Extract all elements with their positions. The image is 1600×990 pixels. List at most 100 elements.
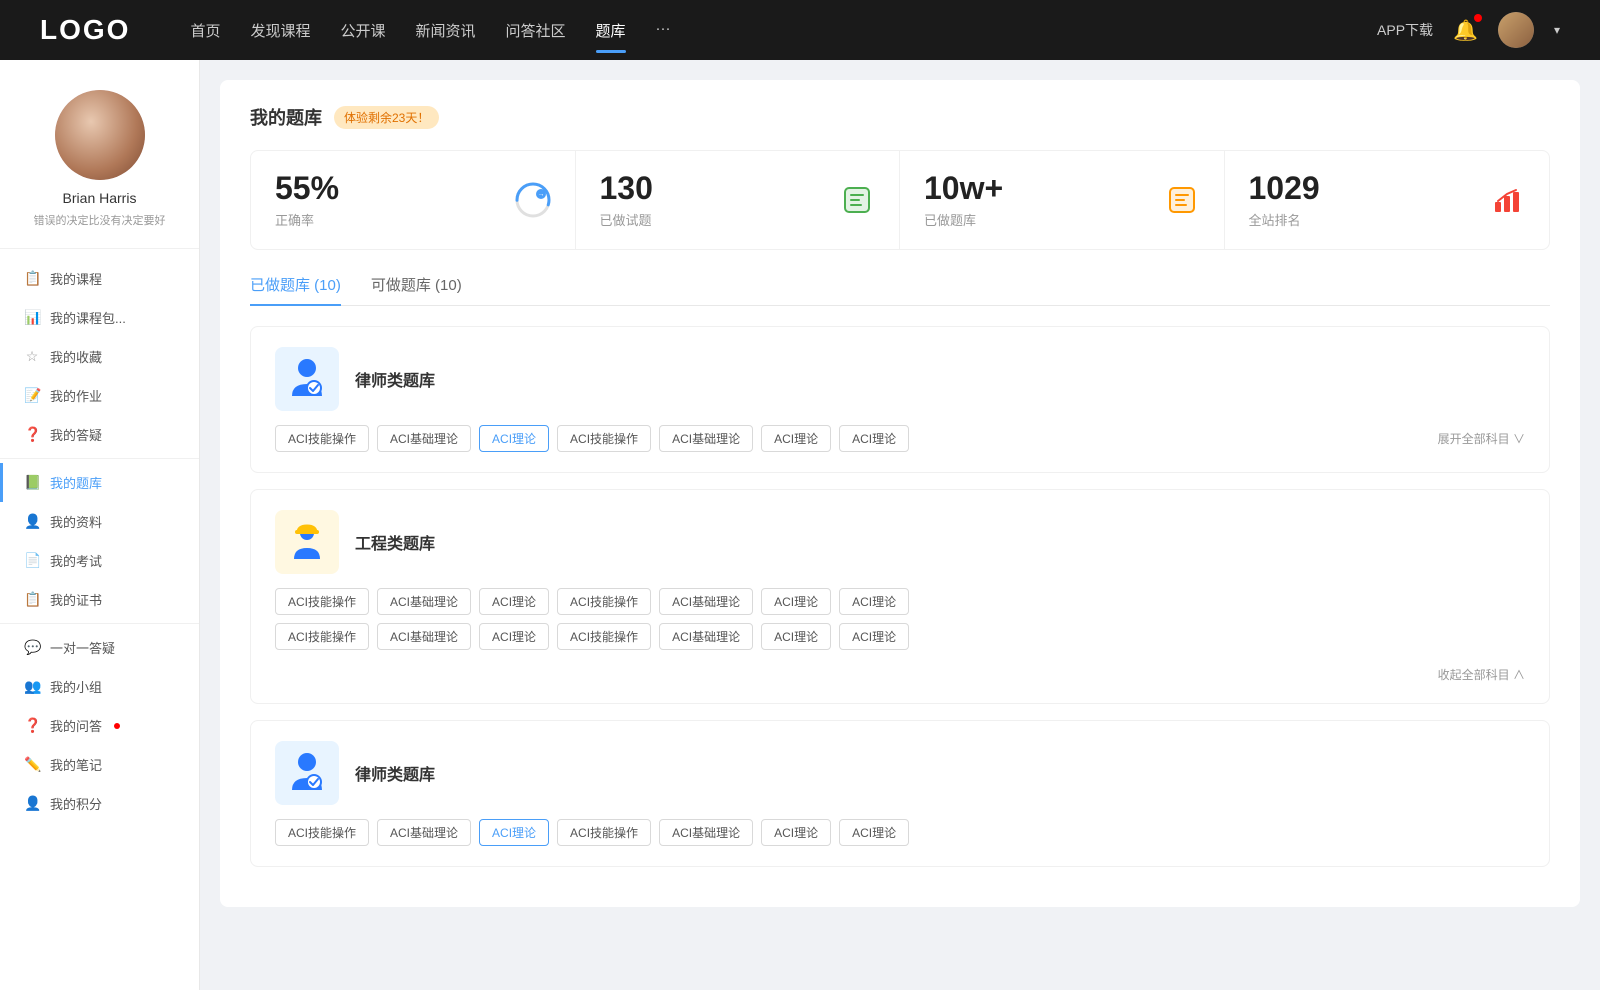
tag-2-0-6[interactable]: ACI理论 <box>839 588 909 615</box>
tag-1-3[interactable]: ACI技能操作 <box>557 425 651 452</box>
sidebar-item-exam[interactable]: 📄 我的考试 <box>0 541 199 580</box>
sidebar-profile: Brian Harris 错误的决定比没有决定要好 <box>0 90 199 249</box>
page-header: 我的题库 体验剩余23天！ <box>250 104 1550 130</box>
tag-3-5[interactable]: ACI理论 <box>761 819 831 846</box>
sidebar-item-notes[interactable]: ✏️ 我的笔记 <box>0 745 199 784</box>
navbar-logo[interactable]: LOGO <box>40 14 130 46</box>
tag-3-4[interactable]: ACI基础理论 <box>659 819 753 846</box>
svg-text:→: → <box>537 191 544 198</box>
qbank-header-2: 工程类题库 <box>275 510 1525 574</box>
tag-1-2[interactable]: ACI理论 <box>479 425 549 452</box>
accuracy-value: 55% <box>275 171 503 206</box>
sidebar-item-my-data[interactable]: 👤 我的资料 <box>0 502 199 541</box>
collapse-link[interactable]: 收起全部科目 ∧ <box>275 666 1525 683</box>
notification-bell[interactable]: 🔔 <box>1453 18 1478 43</box>
tab-available[interactable]: 可做题库 (10) <box>371 274 462 305</box>
tags-row-2-0: ACI技能操作 ACI基础理论 ACI理论 ACI技能操作 ACI基础理论 AC… <box>275 588 1525 615</box>
qbank-title-1: 律师类题库 <box>355 367 435 391</box>
sidebar-item-group[interactable]: 👥 我的小组 <box>0 667 199 706</box>
favorites-icon: ☆ <box>24 348 40 365</box>
main-content: 我的题库 体验剩余23天！ 55% 正确率 → <box>200 60 1600 990</box>
tag-3-2[interactable]: ACI理论 <box>479 819 549 846</box>
banks-icon <box>1164 182 1200 218</box>
tag-3-3[interactable]: ACI技能操作 <box>557 819 651 846</box>
sidebar-label-points: 我的积分 <box>50 794 102 813</box>
nav-item-news[interactable]: 新闻资讯 <box>416 16 476 45</box>
qbank-header-1: 律师类题库 <box>275 347 1525 411</box>
ranking-value: 1029 <box>1249 171 1478 206</box>
tag-2-0-5[interactable]: ACI理论 <box>761 588 831 615</box>
avatar-chevron-icon[interactable]: ▾ <box>1554 23 1560 37</box>
tutoring-icon: 💬 <box>24 639 40 656</box>
stat-ranking: 1029 全站排名 <box>1225 151 1550 249</box>
tag-2-1-3[interactable]: ACI技能操作 <box>557 623 651 650</box>
tag-2-1-1[interactable]: ACI基础理论 <box>377 623 471 650</box>
sidebar-item-my-qa[interactable]: ❓ 我的问答 <box>0 706 199 745</box>
sidebar-menu: 📋 我的课程 📊 我的课程包... ☆ 我的收藏 📝 我的作业 ❓ 我的答疑 � <box>0 249 199 833</box>
tab-done[interactable]: 已做题库 (10) <box>250 274 341 305</box>
tag-2-0-3[interactable]: ACI技能操作 <box>557 588 651 615</box>
tag-2-1-5[interactable]: ACI理论 <box>761 623 831 650</box>
tags-row-2-1: ACI技能操作 ACI基础理论 ACI理论 ACI技能操作 ACI基础理论 AC… <box>275 623 1525 650</box>
qbank-icon-lawyer-1 <box>275 347 339 411</box>
sidebar-label-my-qa: 我的问答 <box>50 716 102 735</box>
nav-item-home[interactable]: 首页 <box>190 16 220 45</box>
tag-2-0-1[interactable]: ACI基础理论 <box>377 588 471 615</box>
sidebar-label-notes: 我的笔记 <box>50 755 102 774</box>
questions-value: 130 <box>600 171 828 206</box>
tag-2-1-4[interactable]: ACI基础理论 <box>659 623 753 650</box>
profile-name: Brian Harris <box>20 190 179 206</box>
tag-1-1[interactable]: ACI基础理论 <box>377 425 471 452</box>
sidebar-item-qa-ask[interactable]: ❓ 我的答疑 <box>0 415 199 454</box>
nav-item-discover[interactable]: 发现课程 <box>250 16 310 45</box>
tag-2-0-2[interactable]: ACI理论 <box>479 588 549 615</box>
sidebar: Brian Harris 错误的决定比没有决定要好 📋 我的课程 📊 我的课程包… <box>0 60 200 990</box>
tag-3-6[interactable]: ACI理论 <box>839 819 909 846</box>
sidebar-item-qbank[interactable]: 📗 我的题库 <box>0 463 199 502</box>
avatar-inner <box>55 90 145 180</box>
tag-1-5[interactable]: ACI理论 <box>761 425 831 452</box>
tag-2-0-4[interactable]: ACI基础理论 <box>659 588 753 615</box>
sidebar-item-tutoring[interactable]: 💬 一对一答疑 <box>0 628 199 667</box>
sidebar-item-homework[interactable]: 📝 我的作业 <box>0 376 199 415</box>
tag-3-0[interactable]: ACI技能操作 <box>275 819 369 846</box>
tag-1-0[interactable]: ACI技能操作 <box>275 425 369 452</box>
tag-2-1-0[interactable]: ACI技能操作 <box>275 623 369 650</box>
sidebar-label-exam: 我的考试 <box>50 551 102 570</box>
tag-2-1-6[interactable]: ACI理论 <box>839 623 909 650</box>
sidebar-label-certificate: 我的证书 <box>50 590 102 609</box>
profile-motto: 错误的决定比没有决定要好 <box>20 212 179 228</box>
tag-1-4[interactable]: ACI基础理论 <box>659 425 753 452</box>
sidebar-item-points[interactable]: 👤 我的积分 <box>0 784 199 823</box>
tags-row-3: ACI技能操作 ACI基础理论 ACI理论 ACI技能操作 ACI基础理论 AC… <box>275 819 1525 846</box>
exam-icon: 📄 <box>24 552 40 569</box>
tag-2-1-2[interactable]: ACI理论 <box>479 623 549 650</box>
qbank-icon-engineer <box>275 510 339 574</box>
sidebar-item-certificate[interactable]: 📋 我的证书 <box>0 580 199 619</box>
nav-item-open[interactable]: 公开课 <box>340 16 385 45</box>
nav-item-qbank[interactable]: 题库 <box>596 16 626 45</box>
questions-label: 已做试题 <box>600 210 828 229</box>
sidebar-item-course-package[interactable]: 📊 我的课程包... <box>0 298 199 337</box>
sidebar-item-my-course[interactable]: 📋 我的课程 <box>0 259 199 298</box>
sidebar-label-course-package: 我的课程包... <box>50 308 126 327</box>
homework-icon: 📝 <box>24 387 40 404</box>
nav-item-qa[interactable]: 问答社区 <box>506 16 566 45</box>
questions-icon <box>839 182 875 218</box>
app-download-button[interactable]: APP下载 <box>1377 20 1433 40</box>
stat-accuracy: 55% 正确率 → <box>251 151 576 249</box>
user-avatar[interactable] <box>1498 12 1534 48</box>
tag-2-0-0[interactable]: ACI技能操作 <box>275 588 369 615</box>
ranking-icon <box>1489 182 1525 218</box>
tag-1-6[interactable]: ACI理论 <box>839 425 909 452</box>
qbank-title-3: 律师类题库 <box>355 761 435 785</box>
tag-3-1[interactable]: ACI基础理论 <box>377 819 471 846</box>
stat-questions-done: 130 已做试题 <box>576 151 901 249</box>
qbank-tags-rows-2: ACI技能操作 ACI基础理论 ACI理论 ACI技能操作 ACI基础理论 AC… <box>275 588 1525 683</box>
sidebar-item-favorites[interactable]: ☆ 我的收藏 <box>0 337 199 376</box>
nav-item-more[interactable]: ··· <box>656 16 671 45</box>
sidebar-divider-2 <box>0 623 199 624</box>
points-icon: 👤 <box>24 795 40 812</box>
expand-link-1[interactable]: 展开全部科目 ∨ <box>1438 430 1525 447</box>
sidebar-label-my-data: 我的资料 <box>50 512 102 531</box>
